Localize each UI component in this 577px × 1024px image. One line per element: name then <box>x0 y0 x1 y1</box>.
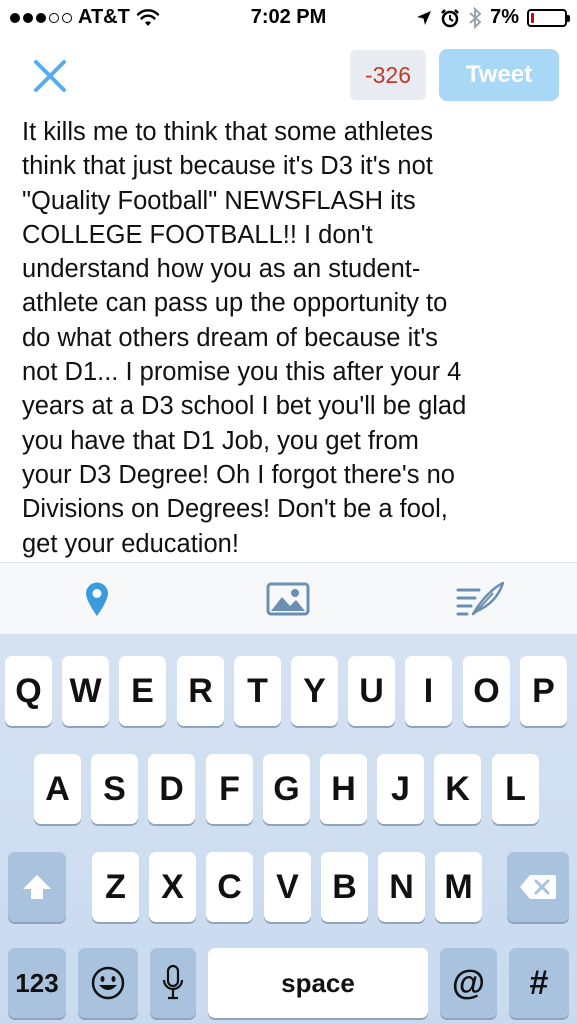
key-k[interactable]: K <box>434 754 481 824</box>
tweet-text-line: do what others dream of because it's <box>22 323 438 352</box>
key-h[interactable]: H <box>320 754 367 824</box>
key-b[interactable]: B <box>321 852 368 922</box>
key-z[interactable]: Z <box>92 852 139 922</box>
emoji-icon <box>91 966 125 1000</box>
key-t[interactable]: T <box>234 656 281 726</box>
add-photo-button[interactable] <box>263 579 313 619</box>
tweet-text-line: Divisions on Degrees! Don't be a fool, <box>22 495 448 524</box>
key-r[interactable]: R <box>177 656 224 726</box>
key-a[interactable]: A <box>34 754 81 824</box>
key-s[interactable]: S <box>91 754 138 824</box>
drafts-quill-icon <box>456 581 505 616</box>
tweet-text-line: COLLEGE FOOTBALL!! I don't <box>22 220 373 249</box>
tweet-text-line: "Quality Football" NEWSFLASH its <box>22 186 416 215</box>
key-f[interactable]: F <box>206 754 253 824</box>
key-l[interactable]: L <box>492 754 539 824</box>
at-key[interactable]: @ <box>440 948 497 1018</box>
compose-toolbar <box>0 562 577 634</box>
tweet-text-line: not D1... I promise you this after your … <box>22 358 462 387</box>
drafts-button[interactable] <box>455 579 505 619</box>
location-button[interactable] <box>72 579 122 619</box>
tweet-text-line: years at a D3 school I bet you'll be gla… <box>22 392 467 421</box>
key-p[interactable]: P <box>520 656 567 726</box>
key-u[interactable]: U <box>348 656 395 726</box>
keyboard: QWERTYUIOP ASDFGHJKL ZXCVBNM 123 space @… <box>0 634 577 1024</box>
tweet-text-area[interactable]: It kills me to think that some athletes t… <box>22 115 562 561</box>
tweet-button[interactable]: Tweet <box>439 49 559 101</box>
emoji-key[interactable] <box>78 948 138 1018</box>
tweet-text-line: think that just because it's D3 it's not <box>22 152 433 181</box>
key-m[interactable]: M <box>435 852 482 922</box>
location-arrow-icon <box>417 10 432 25</box>
key-d[interactable]: D <box>148 754 195 824</box>
hash-key[interactable]: # <box>509 948 569 1018</box>
key-y[interactable]: Y <box>291 656 338 726</box>
key-w[interactable]: W <box>62 656 109 726</box>
image-icon <box>266 582 310 616</box>
key-n[interactable]: N <box>378 852 425 922</box>
close-icon <box>34 60 66 92</box>
key-i[interactable]: I <box>405 656 452 726</box>
character-count: -326 <box>350 50 426 100</box>
key-v[interactable]: V <box>264 852 311 922</box>
tweet-text-line: understand how you as an student- <box>22 255 421 284</box>
key-x[interactable]: X <box>149 852 196 922</box>
space-key[interactable]: space <box>208 948 428 1018</box>
tweet-text-line: It kills me to think that some athletes <box>22 118 434 146</box>
tweet-text-line: get your education! <box>22 529 239 558</box>
location-pin-icon <box>86 582 108 616</box>
compose-header: -326 Tweet <box>0 38 577 116</box>
numbers-key[interactable]: 123 <box>8 948 66 1018</box>
alarm-icon <box>441 8 459 27</box>
close-button[interactable] <box>26 52 74 100</box>
tweet-text-line: athlete can pass up the opportunity to <box>22 289 448 318</box>
shift-arrow-icon <box>23 875 51 899</box>
key-o[interactable]: O <box>463 656 510 726</box>
battery-percent: 7% <box>490 6 519 28</box>
status-bar: AT&T 7:02 PM 7% <box>0 0 577 38</box>
tweet-text-line: you have that D1 Job, you get from <box>22 426 419 455</box>
backspace-icon <box>520 875 556 899</box>
key-c[interactable]: C <box>206 852 253 922</box>
shift-key[interactable] <box>8 852 66 922</box>
key-e[interactable]: E <box>119 656 166 726</box>
microphone-icon <box>162 964 184 1000</box>
dictation-key[interactable] <box>150 948 196 1018</box>
tweet-text-line: your D3 Degree! Oh I forgot there's no <box>22 460 455 489</box>
bluetooth-icon <box>469 6 482 29</box>
key-j[interactable]: J <box>377 754 424 824</box>
battery-icon <box>527 8 570 27</box>
battery-level <box>531 12 534 23</box>
backspace-key[interactable] <box>507 852 569 922</box>
key-g[interactable]: G <box>263 754 310 824</box>
status-right: 7% <box>416 6 570 29</box>
key-q[interactable]: Q <box>5 656 52 726</box>
